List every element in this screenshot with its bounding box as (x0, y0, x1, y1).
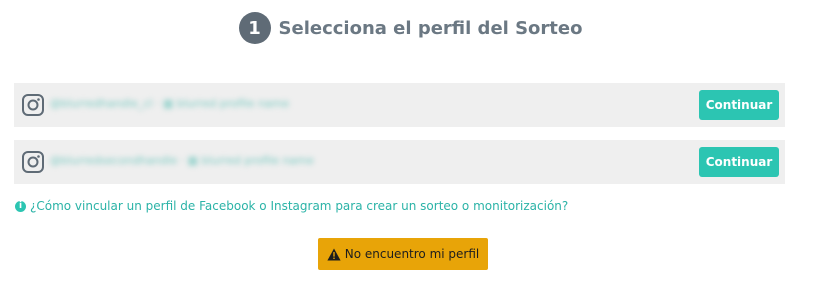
continue-button[interactable]: Continuar (699, 90, 779, 120)
profile-row: @blurredhandle_cl · ▦ blurred profile na… (14, 83, 785, 127)
step-header: 1 Selecciona el perfil del Sorteo (0, 12, 821, 44)
instagram-icon (22, 94, 44, 116)
help-line: i ¿Cómo vincular un perfil de Facebook o… (15, 199, 568, 213)
instagram-icon (22, 151, 44, 173)
help-link[interactable]: ¿Cómo vincular un perfil de Facebook o I… (30, 199, 568, 213)
step-number-badge: 1 (238, 12, 271, 44)
profile-handle: @blurredhandle_cl · ▦ blurred profile na… (50, 97, 290, 110)
profile-row: @blurredsecondhandle · ▦ blurred profile… (14, 140, 785, 184)
profile-handle: @blurredsecondhandle · ▦ blurred profile… (50, 154, 314, 167)
info-icon: i (15, 200, 26, 212)
continue-button[interactable]: Continuar (699, 147, 779, 177)
step-title: Selecciona el perfil del Sorteo (278, 17, 583, 39)
profile-not-found-label: No encuentro mi perfil (344, 247, 480, 261)
warning-icon (327, 248, 341, 261)
profile-not-found-button[interactable]: No encuentro mi perfil (318, 238, 488, 270)
